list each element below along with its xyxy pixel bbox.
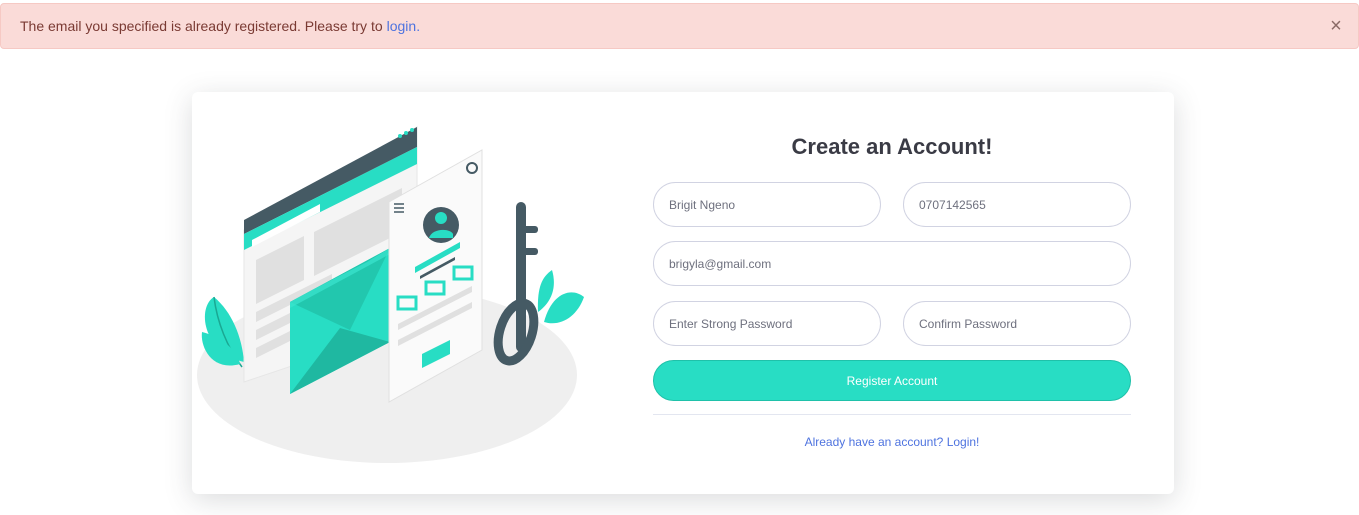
login-link[interactable]: Already have an account? Login! <box>653 435 1131 449</box>
alert-login-link[interactable]: login. <box>387 18 420 34</box>
email-input[interactable] <box>653 241 1131 286</box>
register-card: Create an Account! Register Account Alre… <box>192 92 1174 494</box>
page-title: Create an Account! <box>791 134 993 159</box>
register-button[interactable]: Register Account <box>653 360 1131 401</box>
phone-input[interactable] <box>903 182 1131 227</box>
error-alert: The email you specified is already regis… <box>0 3 1359 49</box>
divider <box>653 414 1131 415</box>
alert-message: The email you specified is already regis… <box>20 18 383 34</box>
full-name-input[interactable] <box>653 182 881 227</box>
confirm-password-input[interactable] <box>903 301 1131 346</box>
registration-illustration <box>197 126 584 463</box>
close-icon[interactable]: × <box>1326 16 1346 36</box>
password-input[interactable] <box>653 301 881 346</box>
register-form: Create an Account! Register Account Alre… <box>653 92 1131 494</box>
